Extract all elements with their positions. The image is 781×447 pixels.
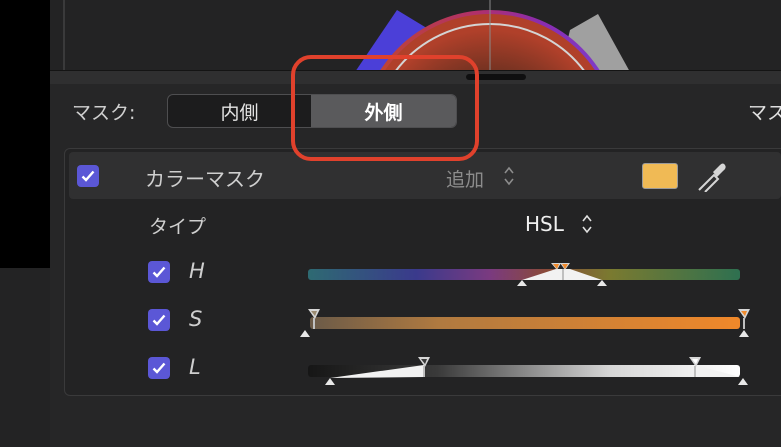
saturation-checkbox[interactable] bbox=[148, 309, 170, 331]
color-mask-checkbox[interactable] bbox=[77, 165, 99, 187]
left-sidebar bbox=[0, 0, 50, 268]
checkmark-icon bbox=[152, 314, 166, 326]
blend-mode-stepper-icon[interactable] bbox=[503, 165, 515, 191]
mask-color-swatch[interactable] bbox=[642, 163, 678, 189]
eyedropper-icon[interactable] bbox=[695, 160, 727, 196]
mask-label-right: マスク bbox=[748, 102, 781, 124]
checkmark-icon bbox=[152, 266, 166, 278]
mask-label: マスク: bbox=[72, 102, 136, 124]
hue-left-falloff-handle bbox=[517, 280, 527, 286]
hue-range-slider[interactable] bbox=[300, 255, 750, 299]
hue-label: H bbox=[189, 259, 205, 283]
blend-mode-select[interactable]: 追加 bbox=[446, 165, 484, 192]
annotation-highlight bbox=[291, 55, 479, 161]
saturation-range-slider[interactable] bbox=[298, 303, 756, 347]
saturation-label: S bbox=[189, 307, 203, 331]
checkmark-icon bbox=[152, 362, 166, 374]
type-select[interactable]: HSL bbox=[525, 212, 564, 236]
hue-checkbox[interactable] bbox=[148, 261, 170, 283]
hue-right-falloff-handle bbox=[597, 280, 607, 286]
left-sidebar-lower bbox=[0, 268, 50, 447]
luminance-range-slider[interactable] bbox=[300, 351, 756, 395]
color-mask-title: カラーマスク bbox=[145, 167, 265, 191]
viewer-divider bbox=[63, 0, 65, 72]
type-label: タイプ bbox=[149, 216, 207, 238]
mask-inside-button[interactable]: 内側 bbox=[168, 95, 311, 127]
type-stepper-icon[interactable] bbox=[581, 213, 593, 239]
luminance-checkbox[interactable] bbox=[148, 357, 170, 379]
luminance-label: L bbox=[189, 355, 201, 379]
checkmark-icon bbox=[81, 170, 95, 182]
